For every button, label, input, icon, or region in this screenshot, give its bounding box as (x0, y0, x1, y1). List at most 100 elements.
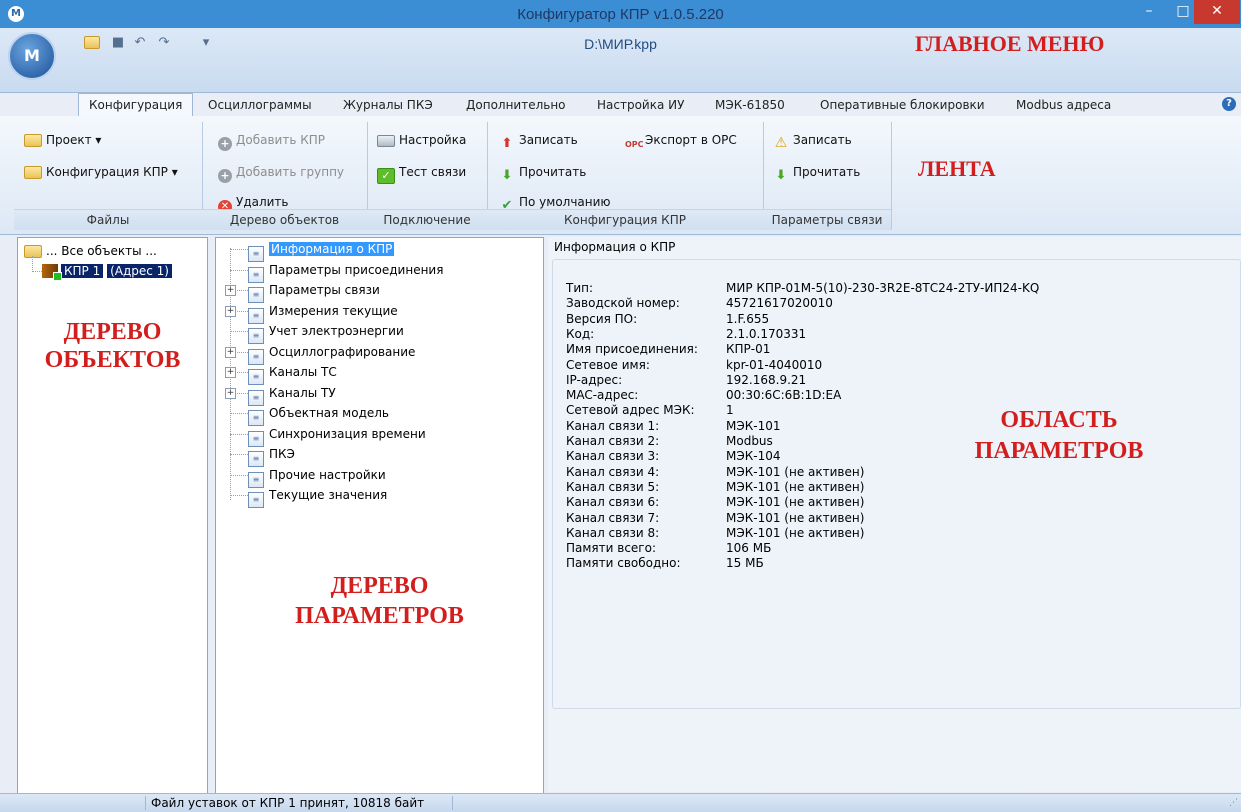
info-label: Тип: (566, 281, 594, 295)
group-label: Конфигурация КПР (487, 209, 763, 230)
annotation-object-tree: ДЕРЕВО ОБЪЕКТОВ (44, 319, 181, 373)
param-tree-item[interactable]: ≡ Учет электроэнергии (248, 322, 404, 344)
param-tree-item[interactable]: ≡ Информация о КПР (248, 240, 395, 262)
info-label: Сетевое имя: (566, 357, 650, 372)
status-text: Файл уставок от КПР 1 принят, 10818 байт (151, 796, 425, 810)
info-label: Версия ПО: (566, 311, 638, 326)
expand-toggle-icon[interactable]: + (225, 285, 236, 296)
param-tree-item[interactable]: ≡ Осциллографирование (248, 343, 415, 365)
group-label: Параметры связи (763, 209, 891, 230)
info-value: МЭК-101 (не активен) (726, 510, 865, 525)
info-value: МЭК-101 (не активен) (726, 525, 865, 540)
kpr-config-button[interactable]: Конфигурация КПР ▾ (24, 162, 178, 182)
tab-iec-61850[interactable]: МЭК-61850 (715, 94, 785, 116)
info-label: Канал связи 3: (566, 449, 660, 464)
resize-grip-icon[interactable]: ⋰ (1229, 798, 1238, 808)
info-label: IP-адрес: (566, 372, 623, 387)
info-value: 192.168.9.21 (726, 372, 807, 387)
app-window: M Конфигуратор КПР v1.0.5.220 – □ ✕ M ■ … (0, 0, 1241, 812)
group-kpr-config: ⬆ Записать OPCЭкспорт в OPC ⬇ Прочитать ✔ П… (487, 122, 764, 230)
folder-icon (24, 166, 42, 179)
folder-icon (24, 134, 42, 147)
param-tree-item[interactable]: ≡ Измерения текущие (248, 302, 398, 324)
group-label: Подключение (367, 209, 487, 230)
app-menu-button[interactable]: M (8, 32, 56, 80)
window-title: Конфигуратор КПР v1.0.5.220 (517, 6, 724, 23)
parameter-page-icon: ≡ (248, 492, 264, 508)
info-label: Заводской номер: (566, 296, 680, 311)
help-icon[interactable]: ? (1222, 97, 1236, 111)
tab-operative-locks[interactable]: Оперативные блокировки (820, 94, 985, 116)
info-value: КПР-01 (726, 342, 771, 357)
group-files: Проект ▾ Конфигурация КПР ▾ Файлы (14, 122, 203, 230)
tab-additional[interactable]: Дополнительно (466, 94, 566, 116)
object-tree-panel: ... Все объекты ... КПР 1 (Адрес 1) ДЕРЕ… (17, 237, 208, 794)
write-config-button[interactable]: ⬆ Записать (499, 130, 578, 151)
read-config-button[interactable]: ⬇ Прочитать (499, 162, 587, 183)
info-value: 00:30:6C:6B:1D:EA (726, 388, 842, 403)
param-tree-item[interactable]: ≡ Прочие настройки (248, 466, 386, 488)
info-label: Код: (566, 326, 595, 341)
param-tree-item[interactable]: ≡ Текущие значения (248, 486, 387, 508)
expand-toggle-icon[interactable]: + (225, 387, 236, 399)
param-tree-item[interactable]: ≡ Каналы ТС (248, 363, 337, 385)
parameter-tree-panel: ≡ Информация о КПР ≡ Параметры присоединени… (215, 237, 544, 794)
info-value: 106 МБ (726, 541, 772, 556)
info-value: МЭК-101 (не активен) (726, 479, 865, 494)
export-opc-button[interactable]: OPCЭкспорт в OPC (625, 130, 737, 150)
info-value: 15 МБ (726, 556, 764, 571)
param-tree-item[interactable]: ≡ Синхронизация времени (248, 425, 426, 447)
param-tree-item[interactable]: ≡ Каналы ТУ (248, 384, 336, 406)
param-tree-item[interactable]: ≡ Объектная модель (248, 404, 389, 426)
expand-toggle-icon[interactable]: + (225, 367, 236, 378)
settings-button[interactable]: Настройка (377, 130, 466, 150)
info-value: 1.F.655 (726, 311, 770, 326)
write-link-button[interactable]: ⚠ Записать (773, 130, 852, 150)
read-link-button[interactable]: ⬇ Прочитать (773, 162, 861, 183)
group-object-tree: + Добавить КПР + Добавить группу ✕ Удалить … (202, 122, 368, 230)
info-label: Канал связи 1: (566, 418, 660, 433)
plus-circle-icon: + (218, 169, 232, 183)
tab-modbus-addresses[interactable]: Modbus адреса (1016, 94, 1111, 116)
param-tree-item[interactable]: ≡ Параметры присоединения (248, 261, 443, 283)
minimize-button[interactable]: – (1132, 0, 1166, 24)
warning-icon: ⚠ (774, 135, 788, 151)
add-kpr-button[interactable]: + Добавить КПР (218, 130, 325, 151)
tab-oscillograms[interactable]: Осциллограммы (208, 94, 312, 116)
test-connection-button[interactable]: ✓ Тест связи (377, 162, 466, 184)
info-label: Канал связи 7: (566, 510, 660, 525)
info-label: Канал связи 5: (566, 479, 660, 494)
info-value: МЭК-104 (726, 449, 781, 464)
expand-toggle-icon[interactable]: + (225, 346, 236, 358)
info-value: МЭК-101 (не активен) (726, 464, 865, 479)
group-connection: Настройка ✓ Тест связи Подключение (367, 122, 488, 230)
close-button[interactable]: ✕ (1194, 0, 1240, 24)
param-tree-item[interactable]: ≡ Параметры связи (248, 281, 380, 303)
read-icon: ⬇ (775, 168, 787, 183)
parameter-area: Информация о КПР Тип: МИР КПР-01М-5(10)-2… (548, 237, 1241, 792)
ribbon-tabs: Конфигурация Осциллограммы Журналы ПКЭ Д… (0, 93, 1241, 117)
expand-toggle-icon[interactable]: + (225, 305, 236, 317)
tab-configuration[interactable]: Конфигурация (78, 93, 194, 117)
info-value: МЭК-101 (726, 418, 781, 433)
info-label: Имя присоединения: (566, 342, 698, 357)
annotation-parameter-tree: ДЕРЕВО ПАРАМЕТРОВ (295, 573, 464, 629)
info-value: МЭК-101 (не активен) (726, 495, 865, 510)
project-button[interactable]: Проект ▾ (24, 130, 101, 150)
group-link-params: ⚠ Записать ⬇ Прочитать Параметры связи (763, 122, 892, 230)
tree-item-kpr-1[interactable]: КПР 1 (Адрес 1) (42, 262, 172, 281)
info-value: Modbus (726, 434, 773, 448)
device-icon (42, 264, 62, 281)
tree-root-all-objects[interactable]: ... Все объекты ... (24, 242, 157, 260)
info-value: kpr-01-4040010 (726, 357, 823, 372)
annotation-main-menu: ГЛАВНОЕ МЕНЮ (915, 31, 1105, 56)
info-value: 2.1.0.170331 (726, 326, 807, 341)
info-label: Канал связи 8: (566, 525, 660, 540)
computer-icon (377, 135, 395, 147)
tab-pke-journals[interactable]: Журналы ПКЭ (343, 94, 433, 116)
tab-iu-settings[interactable]: Настройка ИУ (597, 94, 684, 116)
info-label: Памяти свободно: (566, 556, 681, 571)
param-tree-item[interactable]: ≡ ПКЭ (248, 445, 295, 467)
add-group-button[interactable]: + Добавить группу (218, 162, 344, 183)
ribbon: Проект ▾ Конфигурация КПР ▾ Файлы + Добав… (0, 116, 1241, 235)
